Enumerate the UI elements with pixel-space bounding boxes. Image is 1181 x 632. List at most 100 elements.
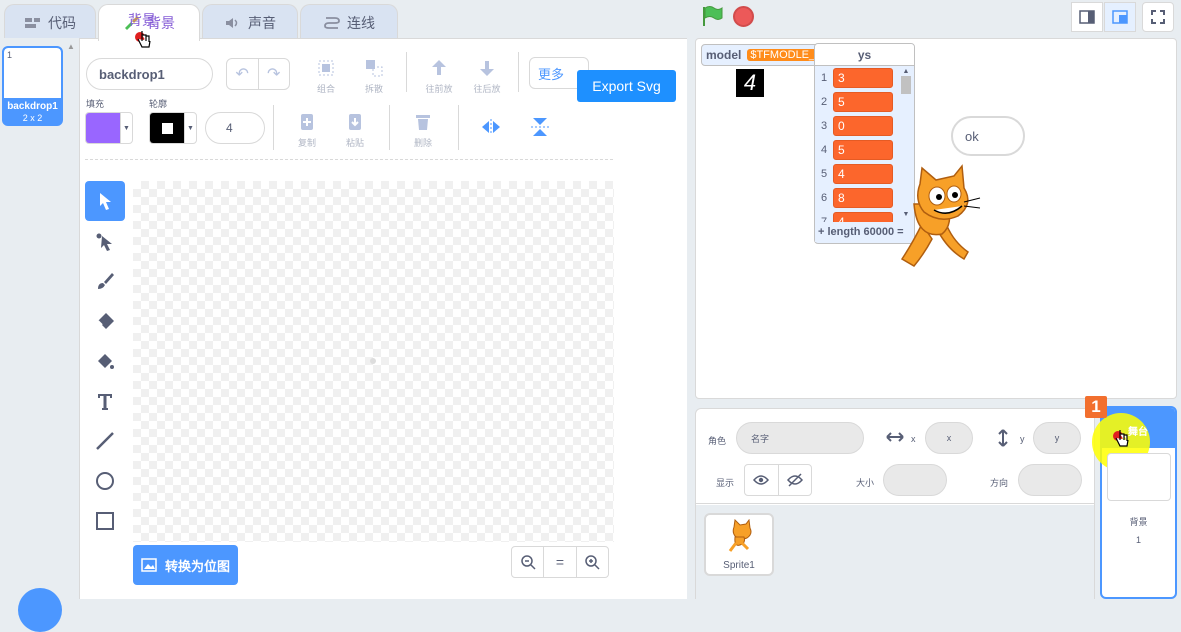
green-flag-icon bbox=[703, 6, 723, 26]
small-stage-button[interactable] bbox=[1071, 2, 1103, 32]
redo-button[interactable]: ↷ bbox=[259, 59, 290, 89]
line-tool[interactable] bbox=[85, 421, 125, 461]
divider bbox=[389, 105, 390, 150]
brush-icon bbox=[98, 273, 114, 289]
digit-image: 4 bbox=[736, 69, 764, 97]
tab-connect[interactable]: 连线 bbox=[300, 4, 398, 40]
hand-cursor-icon bbox=[134, 29, 154, 54]
redo-icon: ↷ bbox=[267, 66, 281, 83]
forward-label: 往前放 bbox=[425, 84, 453, 94]
step-marker-1: 1 bbox=[1085, 396, 1107, 418]
visibility-toggle bbox=[744, 464, 812, 496]
show-button[interactable] bbox=[745, 465, 779, 495]
zoom-in-button[interactable] bbox=[577, 547, 608, 577]
zoom-controls: = bbox=[511, 546, 609, 578]
paste-button[interactable]: 粘贴 bbox=[335, 112, 375, 149]
direction-label: 方向 bbox=[990, 478, 1009, 488]
toolbar-divider bbox=[85, 159, 613, 160]
canvas-center bbox=[370, 358, 376, 364]
caret-down-icon: ▼ bbox=[120, 113, 132, 143]
costume-size: 2 x 2 bbox=[22, 113, 43, 123]
green-flag-button[interactable] bbox=[701, 5, 723, 30]
ungroup-button[interactable]: 拆散 bbox=[354, 58, 394, 95]
circle-tool[interactable] bbox=[85, 461, 125, 501]
costume-item[interactable]: 1 backdrop1 2 x 2 bbox=[2, 46, 63, 126]
list-index: 2 bbox=[820, 96, 828, 108]
tab-connect-label: 连线 bbox=[347, 14, 375, 31]
flip-vertical-button[interactable] bbox=[529, 116, 551, 141]
paint-bucket-icon bbox=[98, 354, 114, 369]
zoom-reset-button[interactable]: = bbox=[543, 547, 577, 577]
convert-to-bitmap-button[interactable]: 转换为位图 bbox=[133, 545, 238, 585]
list-value[interactable]: 5 bbox=[833, 140, 893, 160]
paste-icon bbox=[349, 114, 361, 130]
fill-tool[interactable] bbox=[85, 341, 125, 381]
backdrop-name-input[interactable]: backdrop1 bbox=[86, 58, 213, 90]
select-tool[interactable] bbox=[85, 181, 125, 221]
tab-code[interactable]: 代码 bbox=[4, 4, 96, 40]
sprite-name-input[interactable]: 名字 bbox=[736, 422, 864, 454]
y-input[interactable]: y bbox=[1033, 422, 1081, 454]
reshape-icon bbox=[96, 233, 112, 251]
outline-color-picker[interactable]: ▼ bbox=[149, 112, 197, 144]
tab-sounds[interactable]: 声音 bbox=[202, 4, 298, 40]
fullscreen-button[interactable] bbox=[1142, 2, 1174, 32]
backward-button[interactable]: 往后放 bbox=[467, 58, 507, 95]
list-item: 68 bbox=[815, 188, 903, 208]
brush-tool[interactable] bbox=[85, 261, 125, 301]
eraser-tool[interactable] bbox=[85, 301, 125, 341]
export-svg-button[interactable]: Export Svg bbox=[577, 70, 676, 102]
hand-cursor-icon bbox=[1112, 428, 1132, 453]
direction-input[interactable] bbox=[1018, 464, 1082, 496]
fullscreen-icon bbox=[1151, 10, 1165, 24]
group-button[interactable]: 组合 bbox=[306, 58, 346, 95]
hide-button[interactable] bbox=[779, 465, 812, 495]
undo-icon: ↶ bbox=[235, 66, 249, 83]
tab-code-label: 代码 bbox=[48, 14, 76, 31]
scroll-up-icon[interactable]: ▲ bbox=[67, 42, 75, 51]
trash-icon bbox=[416, 115, 430, 130]
flip-horizontal-button[interactable] bbox=[480, 117, 502, 140]
x-input[interactable]: x bbox=[925, 422, 973, 454]
list-item: 30 bbox=[815, 116, 903, 136]
fill-swatch bbox=[86, 113, 120, 143]
rectangle-tool[interactable] bbox=[85, 501, 125, 541]
text-tool[interactable] bbox=[85, 381, 125, 421]
copy-label: 复制 bbox=[297, 138, 316, 148]
more-label: 更多 bbox=[538, 66, 565, 82]
forward-button[interactable]: 往前放 bbox=[419, 58, 459, 95]
x-label: x bbox=[911, 434, 916, 444]
list-value[interactable]: 0 bbox=[833, 116, 893, 136]
list-value[interactable]: 3 bbox=[833, 68, 893, 88]
normal-stage-button[interactable] bbox=[1104, 2, 1136, 32]
copy-button[interactable]: 复制 bbox=[287, 112, 327, 149]
costume-number: 1 bbox=[7, 50, 13, 60]
list-item: 13 bbox=[815, 68, 903, 88]
list-value[interactable]: 8 bbox=[833, 188, 893, 208]
delete-button[interactable]: 删除 bbox=[403, 112, 443, 149]
zoom-out-button[interactable] bbox=[512, 547, 543, 577]
delete-label: 删除 bbox=[413, 138, 432, 148]
backdrop-count: 1 bbox=[1135, 535, 1141, 545]
speech-bubble: ok bbox=[951, 116, 1025, 156]
line-icon bbox=[96, 432, 114, 450]
fill-label: 填充 bbox=[86, 99, 105, 109]
divider bbox=[518, 52, 519, 92]
add-backdrop-button[interactable] bbox=[18, 588, 62, 632]
tab-sounds-label: 声音 bbox=[248, 14, 276, 31]
list-value[interactable]: 4 bbox=[833, 164, 893, 184]
fill-color-picker[interactable]: ▼ bbox=[85, 112, 133, 144]
cat-sprite[interactable] bbox=[892, 164, 984, 275]
small-stage-icon bbox=[1079, 10, 1095, 24]
text-icon bbox=[98, 394, 112, 410]
undo-button[interactable]: ↶ bbox=[227, 59, 259, 89]
reshape-tool[interactable] bbox=[85, 221, 125, 261]
stroke-width-input[interactable]: 4 bbox=[205, 112, 265, 144]
list-value[interactable]: 5 bbox=[833, 92, 893, 112]
flip-horizontal-icon bbox=[482, 119, 500, 135]
size-input[interactable] bbox=[883, 464, 947, 496]
ungroup-icon bbox=[366, 60, 383, 77]
list-title: ys bbox=[815, 44, 914, 66]
stop-button[interactable] bbox=[733, 6, 754, 27]
list-index: 4 bbox=[820, 144, 828, 156]
